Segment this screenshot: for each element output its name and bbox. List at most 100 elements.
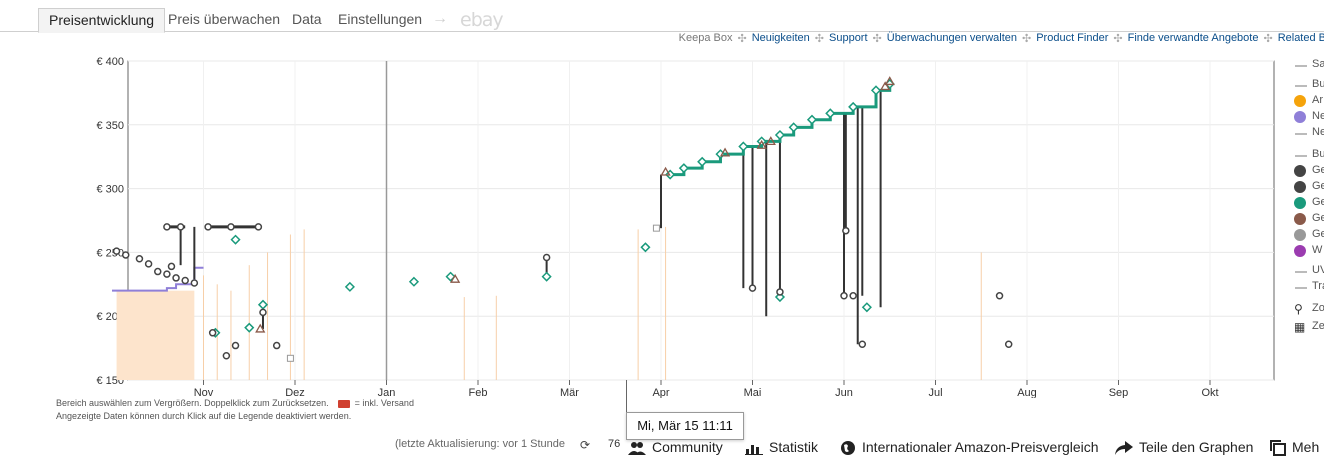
- data-point: [227, 223, 235, 231]
- legend-label: Bu: [1312, 148, 1324, 160]
- separator-icon: ✣: [814, 32, 824, 45]
- data-point: [995, 292, 1004, 300]
- orange-area: [116, 290, 195, 380]
- community-icon: [628, 442, 646, 456]
- legend-item[interactable]: Ge: [1292, 196, 1324, 210]
- legend-dot-icon: [1294, 197, 1306, 209]
- legend-item[interactable]: Ne: [1292, 110, 1324, 124]
- legend-item[interactable]: Ne: [1292, 126, 1324, 140]
- tab-preis-ueberwachen[interactable]: Preis überwachen: [158, 8, 290, 32]
- x-tick-label: Aug: [1017, 387, 1037, 398]
- legend-label: Ze: [1312, 320, 1324, 332]
- legend-item[interactable]: Ar: [1292, 94, 1324, 108]
- plot-frame: [127, 60, 1275, 381]
- link-product-finder[interactable]: Product Finder: [1036, 32, 1108, 44]
- share-graph-button[interactable]: Teile den Graphen: [1115, 436, 1253, 458]
- link-related[interactable]: Related B: [1278, 32, 1324, 44]
- community-count: 76: [608, 438, 621, 450]
- x-tick-label: Jan: [378, 387, 396, 398]
- legend-item[interactable]: Bu: [1292, 78, 1324, 92]
- legend-dot-icon: [1294, 181, 1306, 193]
- x-tick-label: Nov: [194, 387, 214, 398]
- zoom-hint: Bereich auswählen zum Vergrößern. Doppel…: [56, 398, 414, 408]
- legend-dot-icon: [1294, 165, 1306, 177]
- data-point: [190, 279, 199, 287]
- data-point: [167, 262, 176, 271]
- last-update-text: (letzte Aktualisierung: vor 1 Stunde: [395, 438, 565, 450]
- legend-item[interactable]: Bu: [1292, 148, 1324, 162]
- share-label: Teile den Graphen: [1139, 439, 1254, 455]
- legend-dot-icon: [1294, 111, 1306, 123]
- top-link-bar: Keepa Box ✣ Neuigkeiten ✣ Support ✣ Über…: [679, 31, 1324, 45]
- data-point: [748, 284, 757, 292]
- statistik-label: Statistik: [769, 439, 819, 455]
- data-point: [254, 223, 263, 231]
- legend-label: Ge: [1312, 180, 1324, 192]
- refresh-icon[interactable]: ⟳: [580, 438, 590, 452]
- x-tick-label: Apr: [652, 387, 669, 398]
- legend-item[interactable]: ⚲ Zo: [1292, 302, 1324, 316]
- data-point: [163, 270, 171, 278]
- link-verwandte-angebote[interactable]: Finde verwandte Angebote: [1128, 32, 1259, 44]
- data-point: [144, 260, 153, 268]
- data-point: [204, 223, 212, 231]
- separator-icon: ✣: [1263, 32, 1273, 45]
- copy-icon: [1270, 440, 1286, 457]
- legend-item[interactable]: Ge: [1292, 228, 1324, 242]
- legend-line-icon: [1295, 65, 1307, 67]
- legend-item[interactable]: Sa: [1292, 58, 1324, 72]
- data-point: [286, 354, 294, 362]
- international-comparison-button[interactable]: Internationaler Amazon-Preisvergleich: [840, 436, 1099, 458]
- tab-data[interactable]: Data: [282, 8, 332, 32]
- price-history-chart[interactable]: € 150€ 200€ 250€ 300€ 350€ 400Nov Dez Jan F…: [0, 50, 1290, 398]
- more-label: Meh: [1292, 439, 1320, 455]
- zoom-hint-text: Bereich auswählen zum Vergrößern. Doppel…: [56, 398, 329, 408]
- link-ueberwachungen[interactable]: Überwachungen verwalten: [887, 32, 1017, 44]
- legend-line-icon: [1295, 155, 1307, 157]
- tab-preisentwicklung[interactable]: Preisentwicklung: [38, 8, 166, 33]
- legend-item[interactable]: Tra: [1292, 280, 1324, 294]
- cursor-line: [626, 380, 627, 414]
- x-tick-label: Sep: [1109, 387, 1129, 398]
- data-point: [222, 352, 231, 360]
- tab-einstellungen[interactable]: Einstellungen: [328, 8, 432, 32]
- bottom-action-bar: (letzte Aktualisierung: vor 1 Stunde ⟳ 7…: [0, 436, 1324, 458]
- y-tick-label: € 350: [96, 120, 124, 132]
- x-tick-label: Mai: [744, 387, 762, 398]
- tab-bar: Preisentwicklung Preis überwachen Data E…: [0, 8, 1324, 33]
- data-point: [858, 340, 867, 349]
- community-button[interactable]: Community: [628, 436, 723, 458]
- separator-icon: ✣: [1022, 32, 1032, 45]
- legend-item[interactable]: ▦ Ze: [1292, 320, 1324, 334]
- legend-label: W: [1312, 244, 1323, 256]
- data-point: [272, 341, 281, 350]
- data-point: [542, 253, 551, 262]
- link-support[interactable]: Support: [829, 32, 868, 44]
- more-button[interactable]: Meh: [1270, 436, 1319, 458]
- data-point: [208, 329, 217, 337]
- data-point: [840, 292, 848, 300]
- legend-item[interactable]: Ge: [1292, 164, 1324, 178]
- arrow-icon: →: [432, 10, 448, 27]
- data-point: [112, 247, 121, 255]
- legend-item[interactable]: W: [1292, 244, 1324, 258]
- data-point: [231, 341, 240, 350]
- legend-item[interactable]: Ge: [1292, 180, 1324, 194]
- data-point: [163, 223, 171, 231]
- ebay-logo[interactable]: ebay: [460, 9, 504, 31]
- legend-label: Sa: [1312, 58, 1324, 70]
- separator-icon: ✣: [737, 32, 747, 45]
- legend-item[interactable]: UV: [1292, 264, 1324, 278]
- legend-label: Ge: [1312, 196, 1324, 208]
- x-tick-label: Mär: [560, 387, 579, 398]
- statistik-button[interactable]: Statistik: [745, 436, 818, 458]
- legend-dot-icon: [1294, 213, 1306, 225]
- data-point: [259, 308, 267, 317]
- calendar-icon: ▦: [1294, 320, 1306, 334]
- bar-chart-icon: [745, 445, 763, 456]
- legend-label: Zo: [1312, 302, 1324, 314]
- legend-item[interactable]: Ge: [1292, 212, 1324, 226]
- link-neuigkeiten[interactable]: Neuigkeiten: [752, 32, 810, 44]
- legend-label: Ar: [1312, 94, 1323, 106]
- separator-icon: ✣: [1113, 32, 1123, 45]
